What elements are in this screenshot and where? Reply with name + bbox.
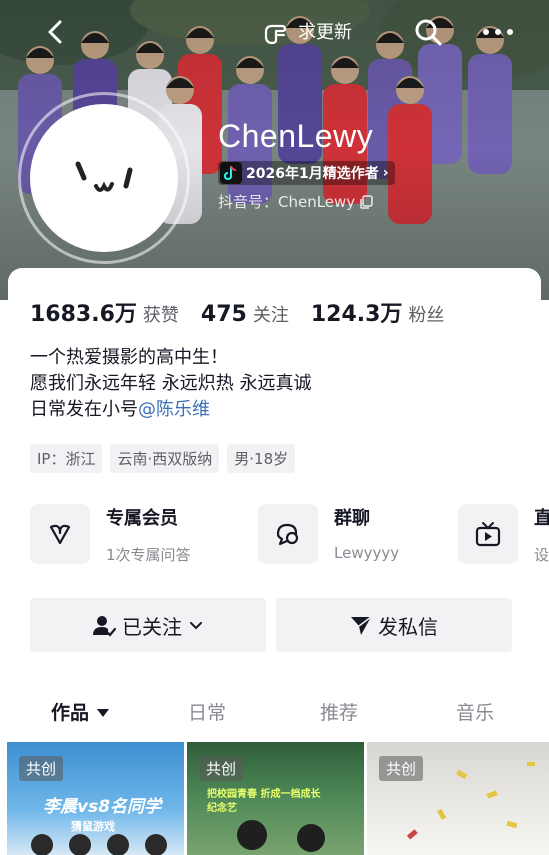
paper-plane-icon xyxy=(351,616,372,635)
ip-location-tag: IP：浙江 xyxy=(30,444,103,473)
followed-button[interactable]: 已关注 xyxy=(30,598,266,652)
following-count[interactable]: 475 xyxy=(201,302,247,327)
mention-link[interactable]: @陈乐维 xyxy=(138,399,210,420)
author-badge-label: 2026年1月精选作者 xyxy=(246,166,379,182)
service-group-chat-title: 群聊 xyxy=(334,508,370,529)
douyin-id[interactable]: 抖音号：ChenLewy xyxy=(218,191,374,212)
tv-play-icon xyxy=(458,504,518,564)
likes-label: 获赞 xyxy=(142,305,179,326)
video-grid: 共创 李晨vs8名同学 猜鼠游戏 共创 把校园青春 折成一档成长纪念艺 共创 xyxy=(7,742,549,855)
heart-v-icon xyxy=(30,504,90,564)
followed-label: 已关注 xyxy=(122,614,182,639)
video-caption: 李晨vs8名同学 xyxy=(43,797,162,817)
request-update-label: 求更新 xyxy=(298,22,352,43)
co-create-badge: 共创 xyxy=(199,756,244,781)
video-thumbnail-people xyxy=(31,834,171,855)
chevron-right-icon: › xyxy=(382,165,389,181)
video-tile[interactable]: 共创 xyxy=(367,742,549,855)
chat-bubble-icon xyxy=(258,504,318,564)
confetti-decoration xyxy=(406,762,535,840)
service-live-subtitle: 设 xyxy=(534,546,549,564)
nickname: ChenLewy xyxy=(218,118,374,154)
bio-line-1: 一个热爱摄影的高中生！ xyxy=(30,347,228,368)
copy-icon xyxy=(360,194,373,209)
profile-tags: IP：浙江 云南·西双版纳 男·18岁 xyxy=(30,444,296,473)
send-message-button[interactable]: 发私信 xyxy=(276,598,512,652)
chevron-down-icon xyxy=(190,622,202,630)
content-tabs: 作品 日常 推荐 音乐 xyxy=(0,690,549,736)
service-membership-subtitle: 1次专属问答 xyxy=(106,546,191,564)
chevron-left-icon xyxy=(48,20,62,44)
video-subcaption: 猜鼠游戏 xyxy=(71,820,115,833)
author-badge[interactable]: 2026年1月精选作者 › xyxy=(218,161,395,185)
more-button[interactable] xyxy=(478,16,518,48)
service-live-title: 直 xyxy=(534,508,549,529)
following-label: 关注 xyxy=(252,305,289,326)
co-create-badge: 共创 xyxy=(19,756,64,781)
video-tile[interactable]: 共创 李晨vs8名同学 猜鼠游戏 xyxy=(7,742,184,855)
services-row: 专属会员 1次专属问答 群聊 Lewyyyy 直 设 xyxy=(30,500,549,574)
hand-point-icon xyxy=(264,24,287,45)
avatar[interactable] xyxy=(30,104,178,252)
douyin-id-text: 抖音号：ChenLewy xyxy=(218,193,356,211)
tab-works[interactable]: 作品 xyxy=(51,698,110,725)
video-caption: 把校园青春 折成一档成长纪念艺 xyxy=(207,789,321,814)
gender-age-tag: 男·18岁 xyxy=(227,444,296,473)
search-button[interactable] xyxy=(412,16,444,48)
send-message-label: 发私信 xyxy=(378,614,438,639)
request-update-button[interactable]: 求更新 xyxy=(262,14,352,48)
douyin-logo-icon xyxy=(220,162,242,184)
stats-row: 1683.6万 获赞 475 关注 124.3万 粉丝 xyxy=(30,296,466,328)
service-group-chat-subtitle: Lewyyyy xyxy=(334,544,400,562)
search-icon xyxy=(415,19,442,46)
back-button[interactable] xyxy=(40,16,72,48)
avatar-face-drawing xyxy=(75,161,133,192)
tab-music[interactable]: 音乐 xyxy=(456,698,494,725)
tab-daily[interactable]: 日常 xyxy=(188,698,226,725)
user-check-icon xyxy=(93,616,116,637)
top-bar: 求更新 xyxy=(0,10,549,54)
tab-works-label: 作品 xyxy=(51,702,90,724)
video-tile[interactable]: 共创 把校园青春 折成一档成长纪念艺 xyxy=(187,742,364,855)
bio-line-3-text: 日常发在小号 xyxy=(30,399,138,420)
bio: 一个热爱摄影的高中生！ 愿我们永远年轻 永远炽热 永远真诚 日常发在小号@陈乐维 xyxy=(30,345,311,423)
likes-count[interactable]: 1683.6万 xyxy=(30,296,137,328)
service-membership-title: 专属会员 xyxy=(106,508,178,529)
action-buttons: 已关注 发私信 xyxy=(30,598,512,652)
bio-line-2: 愿我们永远年轻 永远炽热 永远真诚 xyxy=(30,373,312,394)
followers-label: 粉丝 xyxy=(408,305,445,326)
tab-recommend[interactable]: 推荐 xyxy=(320,698,358,725)
caret-down-icon xyxy=(96,709,109,717)
bio-line-3: 日常发在小号@陈乐维 xyxy=(30,397,311,423)
more-dots-icon xyxy=(483,29,513,35)
followers-count[interactable]: 124.3万 xyxy=(311,296,403,328)
location-tag[interactable]: 云南·西双版纳 xyxy=(110,444,220,473)
video-thumbnail-people xyxy=(227,820,347,855)
